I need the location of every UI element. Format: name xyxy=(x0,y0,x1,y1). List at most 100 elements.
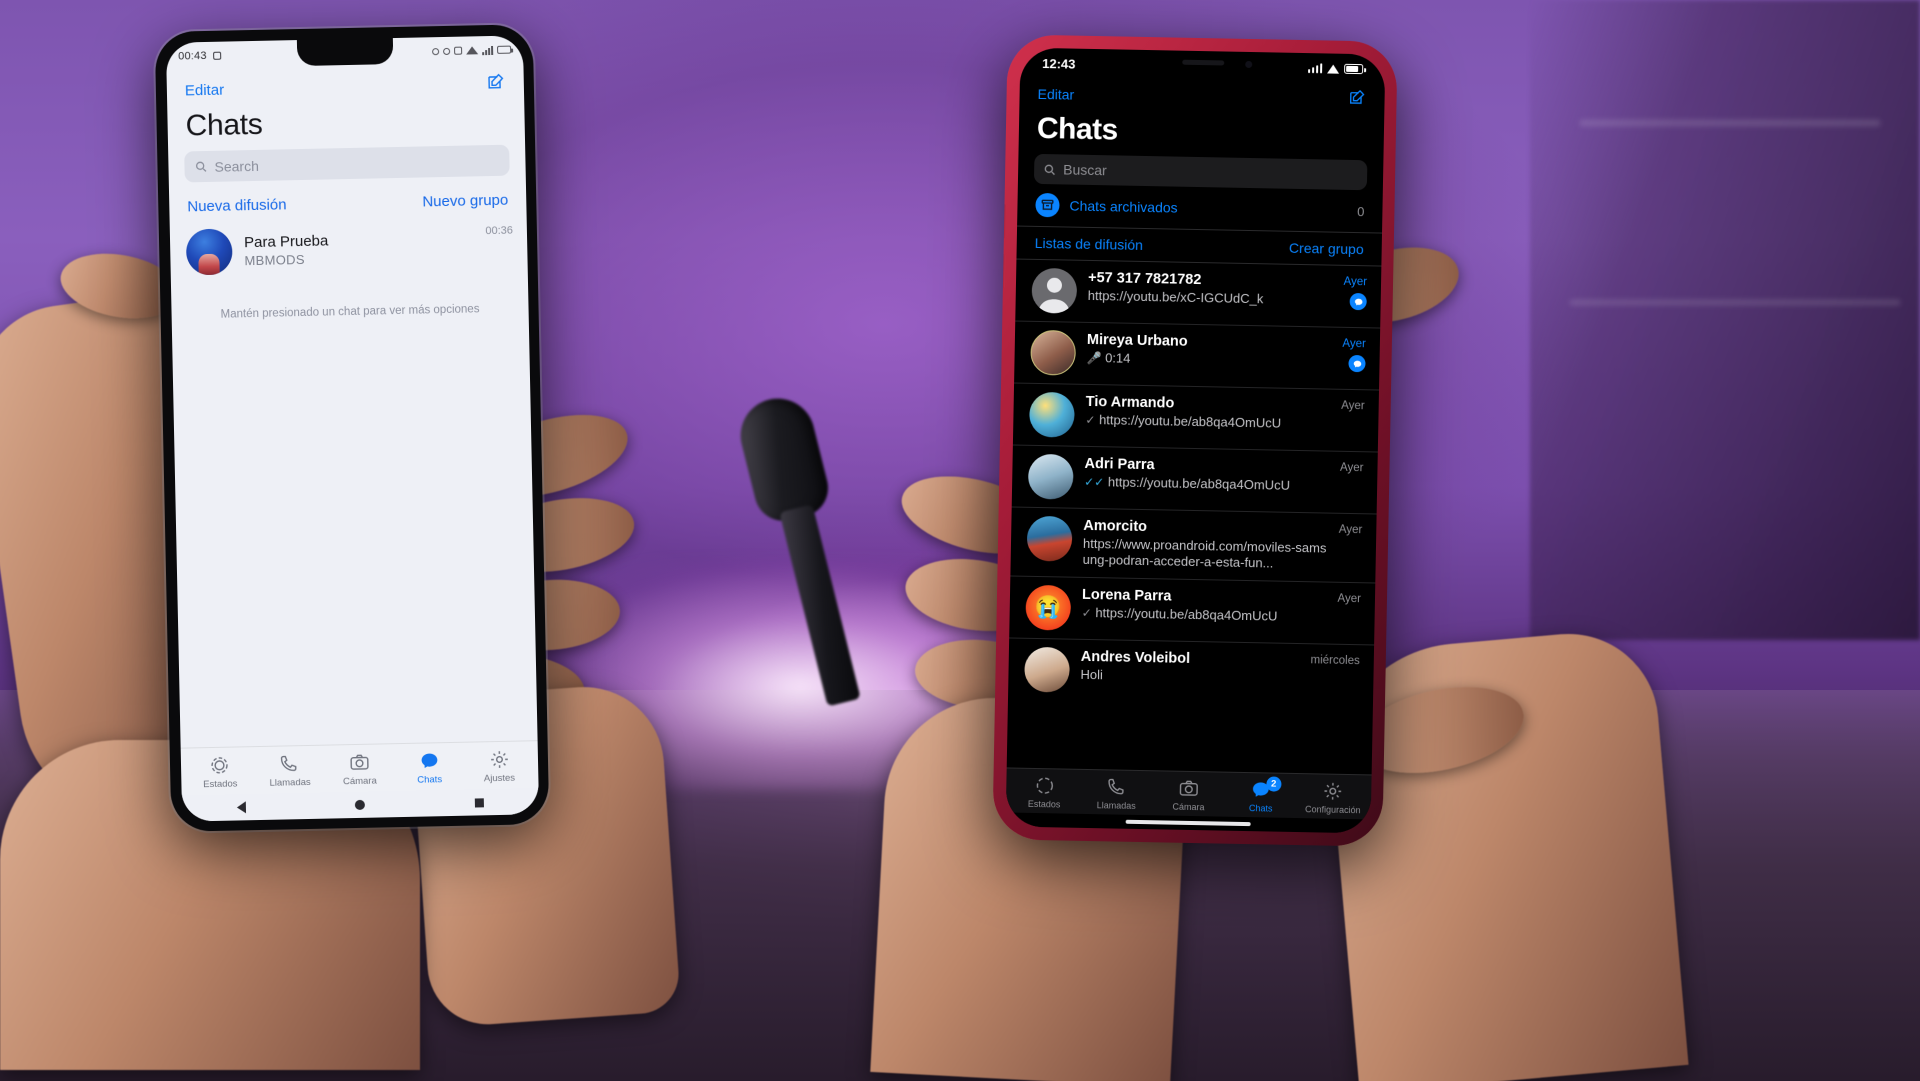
table-row[interactable]: Andres Voleibol Holi miércoles xyxy=(1008,638,1374,706)
chat-message: Holi xyxy=(1080,666,1104,682)
sidebar-item-label: Ajustes xyxy=(483,772,516,785)
chat-message: https://www.proandroid.com/moviles-samsu… xyxy=(1082,535,1327,571)
left-page-title: Chats xyxy=(185,107,263,143)
chat-name: Amorcito xyxy=(1083,517,1148,536)
chat-name: Para Prueba xyxy=(243,232,329,252)
phone-icon xyxy=(1108,778,1124,795)
signal-icon xyxy=(1307,63,1323,74)
chat-message: https://youtu.be/xC-IGCUdC_k xyxy=(1087,287,1264,307)
right-edit-button[interactable]: Editar xyxy=(1037,86,1074,103)
chat-name: Adri Parra xyxy=(1084,455,1155,474)
chat-message: MBMODS xyxy=(244,251,305,269)
sidebar-item-chats[interactable]: Chats xyxy=(394,750,465,786)
new-broadcast-button[interactable]: Nueva difusión xyxy=(187,196,287,215)
avatar xyxy=(1027,453,1074,500)
archived-chats-count: 0 xyxy=(1357,203,1365,219)
sidebar-item-label: Estados xyxy=(203,778,238,791)
chat-time: 00:36 xyxy=(485,224,514,238)
chat-time: Ayer xyxy=(1337,592,1362,605)
back-icon[interactable] xyxy=(236,801,246,814)
avatar xyxy=(1024,646,1071,693)
sidebar-item-estados[interactable]: Estados xyxy=(185,754,256,790)
right-status-time: 12:43 xyxy=(1042,55,1076,72)
chat-bubble-icon xyxy=(1353,360,1361,367)
chat-time: Ayer xyxy=(1342,337,1366,351)
camera-icon xyxy=(1179,780,1198,796)
left-phone-screen: 00:43 Editar Chats Search Nueva difusión… xyxy=(165,35,540,822)
sidebar-item-camara[interactable]: Cámara xyxy=(324,751,395,787)
left-tab-bar: Estados Llamadas Cámara Chats Ajustes xyxy=(180,740,539,796)
chat-name: Tio Armando xyxy=(1085,393,1175,412)
sidebar-item-estados[interactable]: Estados xyxy=(1008,774,1081,809)
status-badge xyxy=(1349,292,1367,311)
shelf-edge xyxy=(1580,120,1880,126)
sidebar-item-chats[interactable]: 2 Chats xyxy=(1224,776,1297,814)
sidebar-item-label: Configuración xyxy=(1304,804,1361,816)
wifi-icon xyxy=(1327,63,1340,74)
chat-message: ✓ https://youtu.be/ab8qa4OmUcU xyxy=(1085,412,1282,431)
sidebar-item-configuracion[interactable]: Configuración xyxy=(1297,780,1370,815)
sidebar-item-label: Cámara xyxy=(1172,801,1205,813)
default-person-icon xyxy=(1038,277,1070,314)
list-item[interactable]: Para Prueba MBMODS 00:36 xyxy=(170,216,528,285)
create-group-button[interactable]: Crear grupo xyxy=(1289,240,1364,257)
gear-icon xyxy=(1324,782,1342,800)
phone-icon xyxy=(281,755,297,772)
chat-time: miércoles xyxy=(1310,653,1360,667)
broadcast-lists-button[interactable]: Listas de difusión xyxy=(1035,235,1143,253)
battery-icon xyxy=(1344,63,1364,75)
wifi-icon xyxy=(466,46,479,55)
left-search-placeholder: Search xyxy=(214,157,260,175)
status-ring-icon xyxy=(211,757,229,774)
right-phone-device: 12:43 Editar Chats Buscar Chats archivad… xyxy=(992,34,1398,847)
new-group-button[interactable]: Nuevo grupo xyxy=(422,192,508,211)
sidebar-item-llamadas[interactable]: Llamadas xyxy=(1080,776,1153,811)
gear-icon xyxy=(490,751,508,768)
chat-time: Ayer xyxy=(1341,399,1365,413)
chat-name: Andres Voleibol xyxy=(1080,648,1191,667)
double-check-icon: ✓✓ xyxy=(1084,474,1105,490)
chat-bubble-icon xyxy=(421,753,438,769)
chat-message: 🎤 0:14 xyxy=(1086,350,1131,366)
table-row[interactable]: Tio Armando ✓ https://youtu.be/ab8qa4OmU… xyxy=(1012,383,1379,453)
right-chat-list[interactable]: +57 317 7821782 https://youtu.be/xC-IGCU… xyxy=(1007,259,1382,775)
sidebar-item-llamadas[interactable]: Llamadas xyxy=(255,753,326,789)
recents-icon[interactable] xyxy=(474,797,485,808)
sidebar-item-label: Llamadas xyxy=(269,776,311,789)
avatar xyxy=(185,228,233,276)
table-row[interactable]: 😭 Lorena Parra ✓ https://youtu.be/ab8qa4… xyxy=(1009,575,1376,645)
right-page-title: Chats xyxy=(1036,111,1119,147)
table-row[interactable]: Adri Parra ✓✓ https://youtu.be/ab8qa4OmU… xyxy=(1011,445,1378,515)
sidebar-item-ajustes[interactable]: Ajustes xyxy=(464,748,535,784)
chat-name: Lorena Parra xyxy=(1081,586,1172,605)
chat-bubble-icon xyxy=(1354,298,1362,305)
shelf-edge xyxy=(1570,300,1900,305)
sidebar-item-camara[interactable]: Cámara xyxy=(1152,777,1225,812)
compose-icon[interactable] xyxy=(486,72,507,97)
left-phone-device: 00:43 Editar Chats Search Nueva difusión… xyxy=(154,24,550,832)
status-badge: 2 xyxy=(1266,776,1282,792)
home-icon[interactable] xyxy=(355,799,366,811)
left-status-time: 00:43 xyxy=(178,49,207,63)
background-shelf xyxy=(1530,0,1920,640)
avatar xyxy=(1030,329,1077,376)
chat-time: Ayer xyxy=(1338,523,1363,537)
avatar xyxy=(1029,391,1075,438)
notch-icon xyxy=(296,38,393,67)
compose-icon[interactable] xyxy=(1347,88,1366,112)
table-row[interactable]: Amorcito https://www.proandroid.com/movi… xyxy=(1010,507,1377,583)
signal-icon xyxy=(482,45,494,55)
nfc-icon xyxy=(454,46,463,55)
search-icon xyxy=(195,161,207,172)
chat-message: ✓ https://youtu.be/ab8qa4OmUcU xyxy=(1081,604,1278,624)
table-row[interactable]: +57 317 7821782 https://youtu.be/xC-IGCU… xyxy=(1015,259,1382,329)
archived-chats-row[interactable]: Chats archivados 0 xyxy=(1017,183,1383,234)
sidebar-item-label: Chats xyxy=(1248,803,1273,814)
left-edit-button[interactable]: Editar xyxy=(185,82,225,100)
avatar: 😭 xyxy=(1025,584,1072,631)
table-row[interactable]: Mireya Urbano 🎤 0:14 Ayer xyxy=(1014,321,1381,391)
right-tab-bar: Estados Llamadas Cámara 2 Chats Configur… xyxy=(1005,767,1372,820)
eye-icon xyxy=(432,47,440,55)
microphone-icon: 🎤 xyxy=(1086,350,1102,366)
archive-box-icon xyxy=(1035,192,1060,218)
